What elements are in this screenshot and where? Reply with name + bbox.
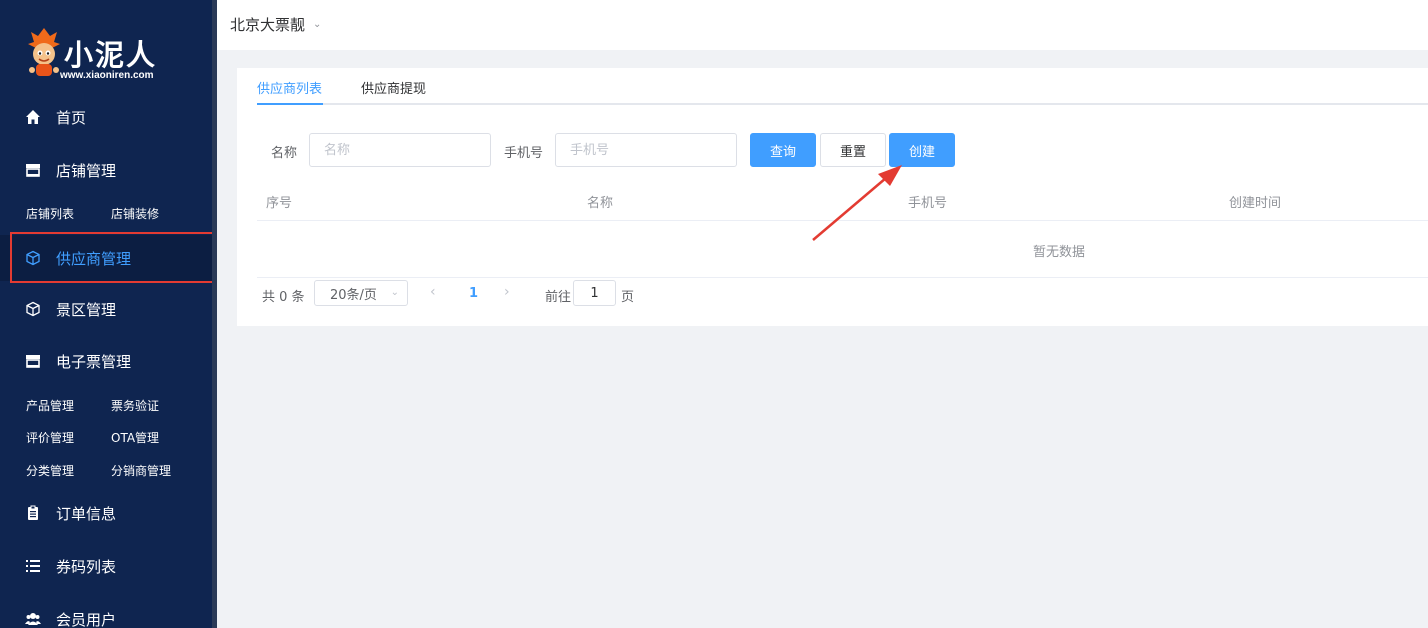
page-suffix-label: 页 bbox=[621, 290, 635, 305]
sidebar-subitem-ticket-verification[interactable]: 票务验证 bbox=[111, 397, 196, 414]
sidebar-subitem-ota-management[interactable]: OTA管理 bbox=[111, 429, 196, 446]
sidebar-subitem-product-management[interactable]: 产品管理 bbox=[26, 397, 111, 414]
tab-bar: 供应商列表 供应商提现 bbox=[257, 68, 1428, 105]
eticket-submenu-row1: 产品管理 票务验证 bbox=[26, 397, 196, 414]
column-header-name[interactable]: 名称 bbox=[587, 192, 613, 211]
sidebar-item-label: 订单信息 bbox=[56, 504, 117, 523]
sidebar: 小泥人 www.xiaoniren.com 首页 店铺管理 店铺列表 店铺装修 … bbox=[0, 0, 212, 628]
active-tab-indicator bbox=[257, 103, 323, 105]
tab-supplier-withdraw[interactable]: 供应商提现 bbox=[361, 78, 426, 97]
reset-button[interactable]: 重置 bbox=[820, 133, 886, 167]
page-size-select[interactable]: 20条/页 ⌄ bbox=[314, 280, 408, 306]
cube-icon bbox=[24, 300, 42, 318]
sidebar-item-label: 店铺管理 bbox=[56, 161, 117, 180]
sidebar-subitem-distributor-management[interactable]: 分销商管理 bbox=[111, 462, 196, 479]
eticket-submenu-row2: 评价管理 OTA管理 bbox=[26, 429, 196, 446]
sidebar-subitem-review-management[interactable]: 评价管理 bbox=[26, 429, 111, 446]
brand-name: 小泥人 bbox=[64, 38, 158, 72]
sidebar-item-home[interactable]: 首页 bbox=[0, 94, 212, 140]
column-header-phone[interactable]: 手机号 bbox=[908, 192, 947, 211]
sidebar-item-scenic-management[interactable]: 景区管理 bbox=[0, 286, 212, 332]
pagination: 共 0 条 20条/页 ⌄ ‹ 1 › 前往 页 bbox=[257, 280, 857, 308]
sidebar-item-member-users[interactable]: 会员用户 bbox=[0, 596, 212, 628]
sidebar-item-label: 首页 bbox=[56, 108, 87, 127]
column-header-created-time[interactable]: 创建时间 bbox=[1229, 192, 1281, 211]
goto-page-input[interactable] bbox=[573, 280, 616, 306]
sidebar-item-label: 会员用户 bbox=[56, 610, 117, 628]
create-button[interactable]: 创建 bbox=[889, 133, 955, 167]
page-size-value: 20条/页 bbox=[330, 287, 377, 303]
sidebar-item-coupon-list[interactable]: 券码列表 bbox=[0, 543, 212, 589]
shop-switcher[interactable]: 北京大票靓 ⌄ bbox=[230, 14, 321, 35]
sidebar-scrollbar[interactable] bbox=[212, 0, 217, 628]
clipboard-icon bbox=[24, 504, 42, 522]
brand-url: www.xiaoniren.com bbox=[60, 70, 154, 81]
chevron-down-icon: ⌄ bbox=[390, 287, 399, 298]
empty-state-text: 暂无数据 bbox=[1033, 245, 1086, 260]
name-input[interactable] bbox=[309, 133, 491, 167]
column-header-index[interactable]: 序号 bbox=[266, 192, 292, 211]
eticket-submenu-row3: 分类管理 分销商管理 bbox=[26, 462, 196, 479]
shop-name: 北京大票靓 bbox=[230, 16, 306, 34]
sidebar-item-eticket-management[interactable]: 电子票管理 bbox=[0, 338, 212, 384]
phone-input[interactable] bbox=[555, 133, 737, 167]
sidebar-item-store-management[interactable]: 店铺管理 bbox=[0, 147, 212, 193]
pagination-page-1[interactable]: 1 bbox=[469, 286, 478, 301]
name-filter-label: 名称 bbox=[271, 146, 298, 161]
sidebar-item-order-info[interactable]: 订单信息 bbox=[0, 490, 212, 536]
tab-supplier-list[interactable]: 供应商列表 bbox=[257, 78, 322, 97]
sidebar-subitem-store-decoration[interactable]: 店铺装修 bbox=[111, 205, 196, 222]
home-icon bbox=[24, 108, 42, 126]
sidebar-subitem-store-list[interactable]: 店铺列表 bbox=[26, 205, 111, 222]
sidebar-item-label: 券码列表 bbox=[56, 557, 117, 576]
query-button[interactable]: 查询 bbox=[750, 133, 816, 167]
store-icon bbox=[24, 352, 42, 370]
sidebar-subitem-category-management[interactable]: 分类管理 bbox=[26, 462, 111, 479]
users-icon bbox=[24, 610, 42, 628]
chevron-down-icon: ⌄ bbox=[313, 19, 322, 30]
list-icon bbox=[24, 557, 42, 575]
store-icon bbox=[24, 161, 42, 179]
goto-label: 前往 bbox=[545, 290, 572, 305]
highlight-box bbox=[10, 232, 212, 283]
pagination-total: 共 0 条 bbox=[262, 290, 305, 305]
chevron-right-icon[interactable]: › bbox=[504, 284, 510, 300]
sidebar-item-label: 电子票管理 bbox=[56, 352, 132, 371]
mascot-icon bbox=[28, 28, 60, 76]
table-header: 序号 名称 手机号 创建时间 bbox=[257, 180, 1428, 221]
chevron-left-icon[interactable]: ‹ bbox=[430, 284, 436, 300]
sidebar-item-label: 景区管理 bbox=[56, 300, 117, 319]
supplier-panel: 供应商列表 供应商提现 名称 手机号 查询 重置 创建 序号 名称 手机号 创建… bbox=[237, 68, 1428, 326]
top-header: 北京大票靓 ⌄ bbox=[217, 0, 1428, 50]
store-submenu: 店铺列表 店铺装修 bbox=[26, 205, 196, 222]
phone-filter-label: 手机号 bbox=[504, 146, 544, 161]
table-body: 暂无数据 bbox=[257, 221, 1428, 278]
brand-logo[interactable]: 小泥人 www.xiaoniren.com bbox=[18, 24, 198, 84]
